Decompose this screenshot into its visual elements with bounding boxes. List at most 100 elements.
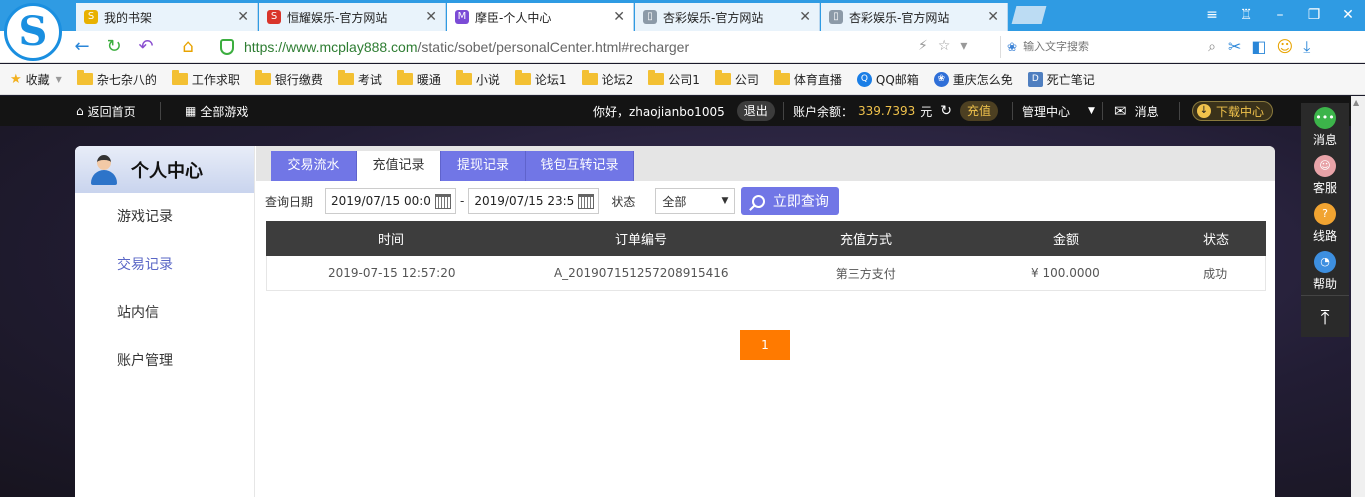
browser-tab-active[interactable]: M 摩臣-个人中心 ✕: [447, 3, 634, 31]
home-icon[interactable]: ⌂: [176, 35, 200, 59]
bookmark-link[interactable]: D 死亡笔记: [1027, 71, 1095, 88]
search-icon[interactable]: ⌕: [1208, 39, 1216, 55]
column-header-status: 状态: [1202, 233, 1229, 248]
sidebar-item-game-records[interactable]: 游戏记录: [75, 193, 254, 241]
url-field[interactable]: https://www.mcplay888.com/static/sobet/p…: [210, 34, 992, 60]
search-box: ❀ ⌕: [1000, 36, 1216, 58]
close-icon[interactable]: ✕: [237, 9, 249, 25]
folder-icon: [171, 70, 188, 85]
new-tab-button[interactable]: [1011, 6, 1047, 24]
back-icon[interactable]: ←: [70, 35, 94, 59]
refresh-icon[interactable]: ↻: [102, 35, 126, 59]
record-tabs: 交易流水 充值记录 提现记录 钱包互转记录: [256, 146, 1275, 181]
logout-button[interactable]: 退出: [736, 101, 775, 121]
float-lines-button[interactable]: ? 线路: [1301, 199, 1349, 247]
sidebar-item-inbox[interactable]: 站内信: [75, 289, 254, 337]
question-icon: ?: [1314, 202, 1336, 225]
bookmark-folder[interactable]: 银行缴费: [254, 70, 323, 88]
browser-tab[interactable]: ▯ 杏彩娱乐-官方网站 ✕: [635, 3, 820, 31]
close-icon[interactable]: ✕: [987, 9, 999, 25]
bookmark-folder[interactable]: 论坛1: [514, 70, 567, 88]
bookmark-folder[interactable]: 体育直播: [773, 70, 842, 88]
site-favicon-icon: S: [267, 10, 281, 24]
undo-icon[interactable]: ↶: [134, 35, 158, 59]
bookmark-folder[interactable]: 工作求职: [171, 70, 240, 88]
emoji-icon[interactable]: ☺: [1277, 37, 1294, 57]
folder-icon: [337, 70, 354, 85]
folder-icon: [254, 70, 271, 85]
refresh-balance-icon[interactable]: ↻: [940, 103, 952, 119]
chevron-down-icon: ▼: [721, 196, 729, 206]
close-icon[interactable]: ✕: [613, 9, 625, 25]
menu-icon[interactable]: ≡: [1195, 0, 1229, 31]
maximize-icon[interactable]: ❐: [1297, 0, 1331, 31]
translate-icon[interactable]: ◧: [1251, 37, 1266, 57]
bookmark-folder[interactable]: 公司: [714, 70, 759, 88]
tab-transaction-flow[interactable]: 交易流水: [271, 151, 357, 181]
manage-center-menu[interactable]: 管理中心 ▼: [1022, 96, 1095, 126]
bookmark-folder[interactable]: 论坛2: [581, 70, 633, 88]
sidebar-title: 个人中心: [131, 160, 203, 182]
browser-tab[interactable]: S 我的书架 ✕: [76, 3, 258, 31]
float-help-button[interactable]: ◔ 帮助: [1301, 247, 1349, 295]
download-icon[interactable]: ⤓: [1303, 37, 1310, 57]
search-input[interactable]: [1023, 41, 1181, 53]
dropdown-icon[interactable]: ▾: [960, 38, 977, 54]
document-icon: D: [1027, 71, 1043, 87]
float-label: 帮助: [1312, 276, 1337, 291]
calendar-icon[interactable]: [435, 193, 452, 209]
floating-service-bar: ••• 消息 ☺ 客服 ? 线路 ◔ 帮助 ⤒: [1301, 103, 1349, 337]
scroll-up-icon[interactable]: ▲: [1353, 98, 1359, 107]
query-button[interactable]: 立即查询: [741, 187, 840, 215]
sidebar-item-account-management[interactable]: 账户管理: [75, 337, 254, 385]
close-window-icon[interactable]: ✕: [1331, 0, 1365, 31]
all-games-link[interactable]: ▦ 全部游戏: [185, 96, 248, 126]
url-actions: ⚡☆▾: [918, 38, 977, 54]
tab-withdraw-records[interactable]: 提现记录: [441, 151, 526, 181]
folder-icon: [76, 70, 93, 85]
sidebar-item-transaction-records[interactable]: 交易记录: [75, 241, 254, 289]
end-date-field[interactable]: [468, 188, 600, 214]
float-messages-button[interactable]: ••• 消息: [1301, 103, 1349, 151]
end-date-input[interactable]: [474, 194, 575, 208]
bookmark-link[interactable]: Q QQ邮箱: [856, 71, 919, 88]
bookmark-folder[interactable]: 小说: [455, 70, 500, 88]
float-customer-service-button[interactable]: ☺ 客服: [1301, 151, 1349, 199]
bookmark-folder[interactable]: 公司1: [648, 70, 700, 88]
messages-link[interactable]: ✉ 消息: [1114, 96, 1159, 126]
download-center-button[interactable]: ↓ 下载中心: [1192, 101, 1274, 121]
skin-icon[interactable]: ♖: [1229, 0, 1263, 31]
start-date-field[interactable]: [325, 188, 457, 214]
recharge-button[interactable]: 充值: [960, 101, 999, 121]
bookmark-folder[interactable]: 暖通: [396, 70, 441, 88]
browser-logo-icon: S: [4, 3, 62, 61]
browser-tab[interactable]: S 恒耀娱乐-官方网站 ✕: [259, 3, 446, 31]
address-bar: ← ↻ ↶ ⌂ https://www.mcplay888.com/static…: [0, 31, 1365, 63]
cell-order-id: A_20190715125720891541​6: [553, 266, 729, 280]
home-link[interactable]: ⌂ 返回首页: [76, 96, 136, 126]
tab-wallet-transfer-records[interactable]: 钱包互转记录: [526, 151, 634, 181]
bookmark-star-icon[interactable]: ☆: [938, 38, 961, 54]
bookmark-favorites[interactable]: ★ 收藏 ▼: [10, 71, 62, 88]
minimize-icon[interactable]: –: [1263, 0, 1297, 31]
user-avatar-icon: [91, 154, 117, 185]
page-button-current[interactable]: 1: [740, 330, 790, 360]
close-icon[interactable]: ✕: [799, 9, 811, 25]
scissors-icon[interactable]: ✂: [1228, 37, 1241, 57]
close-icon[interactable]: ✕: [425, 9, 437, 25]
browser-tab[interactable]: ▯ 杏彩娱乐-官方网站 ✕: [821, 3, 1008, 31]
cell-amount: ¥ 100.0000: [1031, 266, 1100, 280]
back-to-top-icon[interactable]: ⤒: [1301, 295, 1349, 337]
bookmark-folder[interactable]: 杂七杂八的: [76, 70, 157, 88]
tab-title: 恒耀娱乐-官方网站: [287, 10, 388, 25]
float-label: 客服: [1312, 180, 1337, 195]
page-scrollbar[interactable]: ▲: [1351, 96, 1365, 497]
bookmark-folder[interactable]: 考试: [337, 70, 382, 88]
lightning-icon[interactable]: ⚡: [918, 38, 938, 54]
bookmark-link[interactable]: ❀ 重庆怎么免: [933, 71, 1013, 88]
calendar-icon[interactable]: [578, 193, 595, 209]
tab-recharge-records[interactable]: 充值记录: [357, 151, 441, 181]
home-icon: ⌂: [76, 104, 84, 118]
status-select[interactable]: 全部 ▼: [655, 188, 736, 214]
start-date-input[interactable]: [331, 194, 432, 208]
